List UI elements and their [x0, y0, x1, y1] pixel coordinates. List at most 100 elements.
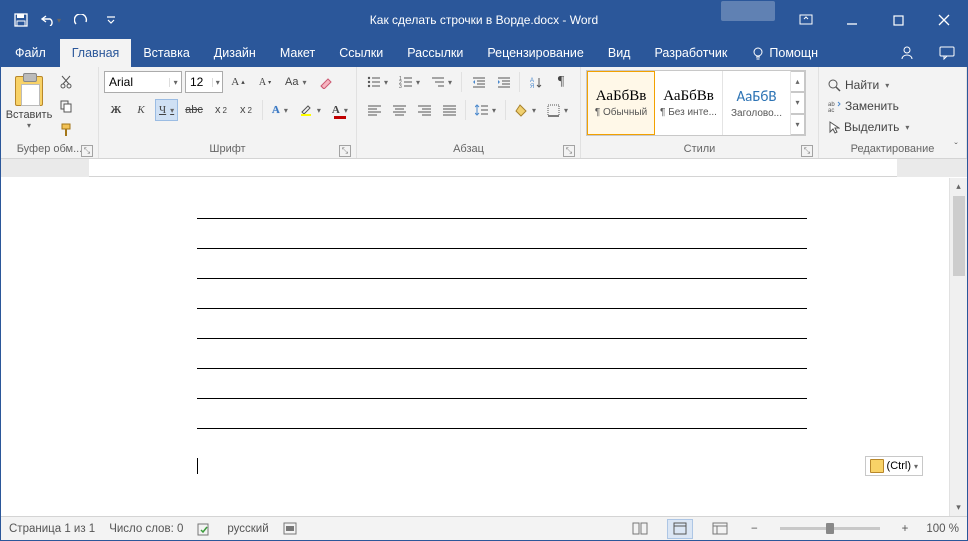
style-normal[interactable]: АаБбВв ¶ Обычный [587, 71, 655, 135]
borders-button[interactable] [543, 99, 572, 121]
font-launcher[interactable]: ⤡ [339, 145, 351, 157]
paste-button[interactable]: Вставить ▾ [6, 70, 52, 136]
minimize-button[interactable] [829, 1, 875, 39]
ruler[interactable] [1, 159, 967, 177]
bold-button[interactable]: Ж [105, 99, 127, 121]
styles-gallery: АаБбВв ¶ Обычный АаБбВв ¶ Без инте... Аа… [586, 70, 806, 136]
cut-button[interactable] [55, 71, 77, 93]
paragraph-launcher[interactable]: ⤡ [563, 145, 575, 157]
macro-button[interactable] [283, 522, 297, 535]
web-layout-button[interactable] [707, 519, 733, 539]
select-button[interactable]: Выделить [824, 117, 913, 138]
tab-design[interactable]: Дизайн [202, 39, 268, 67]
copy-button[interactable] [55, 95, 77, 117]
sort-button[interactable]: AЯ [525, 71, 547, 93]
italic-button[interactable]: К [130, 99, 152, 121]
scroll-thumb[interactable] [953, 196, 965, 276]
chevron-down-icon[interactable]: ▾ [212, 78, 222, 87]
tab-insert[interactable]: Вставка [131, 39, 201, 67]
tab-developer[interactable]: Разработчик [642, 39, 739, 67]
paste-options-button[interactable]: (Ctrl) ▾ [865, 456, 923, 476]
strikethrough-button[interactable]: abc [181, 99, 207, 121]
replace-button[interactable]: abac Заменить [824, 96, 903, 117]
spellcheck-button[interactable] [197, 522, 213, 536]
font-color-button[interactable]: A [328, 99, 352, 121]
vertical-scrollbar[interactable]: ▴ ▾ [949, 178, 967, 516]
gallery-up[interactable]: ▴ [791, 71, 805, 92]
ribbon-display-options[interactable] [783, 1, 829, 39]
page-indicator[interactable]: Страница 1 из 1 [9, 523, 95, 535]
word-count[interactable]: Число слов: 0 [109, 523, 183, 535]
ribbon-tabs: Файл Главная Вставка Дизайн Макет Ссылки… [1, 39, 967, 67]
decrease-indent-button[interactable] [467, 71, 489, 93]
tab-home[interactable]: Главная [60, 39, 132, 67]
page [89, 218, 879, 474]
redo-button[interactable] [67, 5, 95, 35]
account-badge[interactable] [721, 1, 775, 21]
scroll-up[interactable]: ▴ [950, 178, 967, 195]
tab-file[interactable]: Файл [1, 39, 60, 67]
tell-me[interactable]: Помощн [739, 39, 830, 67]
align-right-button[interactable] [413, 99, 435, 121]
font-name-input[interactable] [105, 72, 169, 92]
font-name-combo[interactable]: ▾ [104, 71, 182, 93]
line-spacing-button[interactable] [471, 99, 500, 121]
tab-review[interactable]: Рецензирование [475, 39, 596, 67]
gallery-more[interactable]: ▾ [791, 114, 805, 135]
underline-button[interactable]: Ч [155, 99, 178, 121]
close-button[interactable] [921, 1, 967, 39]
format-painter-button[interactable] [55, 119, 77, 141]
font-size-combo[interactable]: ▾ [185, 71, 223, 93]
align-center-button[interactable] [388, 99, 410, 121]
subscript-button[interactable]: x2 [210, 99, 232, 121]
language-indicator[interactable]: русский [227, 523, 268, 535]
save-button[interactable] [7, 5, 35, 35]
tab-references[interactable]: Ссылки [327, 39, 395, 67]
chevron-down-icon[interactable]: ▾ [169, 78, 181, 87]
tab-view[interactable]: Вид [596, 39, 643, 67]
clipboard-launcher[interactable]: ⤡ [81, 145, 93, 157]
shading-button[interactable] [511, 99, 540, 121]
highlight-button[interactable] [295, 99, 325, 121]
style-heading1[interactable]: АаБбВ Заголово... [723, 71, 791, 135]
tab-mailings[interactable]: Рассылки [395, 39, 475, 67]
show-marks-button[interactable]: ¶ [550, 71, 572, 93]
shrink-font-button[interactable]: A▾ [254, 71, 276, 93]
zoom-slider[interactable] [780, 527, 880, 530]
styles-launcher[interactable]: ⤡ [801, 145, 813, 157]
superscript-button[interactable]: x2 [235, 99, 257, 121]
group-paragraph: 123 AЯ ¶ Абзац⤡ [357, 67, 581, 158]
tab-layout[interactable]: Макет [268, 39, 327, 67]
maximize-button[interactable] [875, 1, 921, 39]
collapse-ribbon-button[interactable]: ˇ [949, 142, 963, 156]
gallery-down[interactable]: ▾ [791, 92, 805, 113]
undo-button[interactable] [37, 5, 65, 35]
text-cursor [197, 458, 198, 474]
change-case-button[interactable]: Aa [281, 71, 310, 93]
find-button[interactable]: Найти [824, 75, 893, 96]
align-left-button[interactable] [363, 99, 385, 121]
grow-font-button[interactable]: A▴ [227, 71, 249, 93]
increase-indent-button[interactable] [492, 71, 514, 93]
justify-button[interactable] [438, 99, 460, 121]
zoom-level[interactable]: 100 % [926, 523, 959, 535]
comments-button[interactable] [927, 39, 967, 67]
clear-formatting-button[interactable] [315, 71, 338, 93]
line [197, 368, 807, 369]
zoom-in-button[interactable]: + [898, 523, 913, 535]
scroll-down[interactable]: ▾ [950, 499, 967, 516]
bullets-button[interactable] [363, 71, 392, 93]
text-effects-button[interactable]: A [268, 99, 292, 121]
read-mode-button[interactable] [627, 519, 653, 539]
editing-label: Редактирование [851, 143, 935, 155]
share-button[interactable] [887, 39, 927, 67]
print-layout-button[interactable] [667, 519, 693, 539]
paste-icon [15, 76, 43, 106]
zoom-out-button[interactable]: − [747, 523, 762, 535]
document-area[interactable]: (Ctrl) ▾ [1, 178, 949, 516]
numbering-button[interactable]: 123 [395, 71, 424, 93]
style-no-spacing[interactable]: АаБбВв ¶ Без инте... [655, 71, 723, 135]
qat-customize-button[interactable] [97, 5, 125, 35]
font-size-input[interactable] [186, 72, 212, 92]
multilevel-list-button[interactable] [427, 71, 456, 93]
